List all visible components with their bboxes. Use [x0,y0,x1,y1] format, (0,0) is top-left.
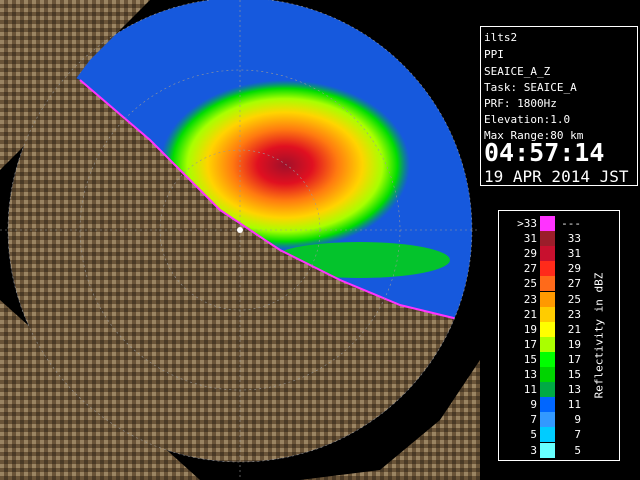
legend-high-value: 7 [574,428,581,442]
legend-color-swatch [540,351,555,367]
legend-color-swatch [540,382,555,398]
legend-high-value: 17 [567,352,581,366]
product-type: PPI [484,48,504,61]
elevation-label: Elevation:1.0 [484,113,571,126]
legend-high-value: 31 [567,247,581,261]
radar-info-panel: ilts2 PPI SEAICE_A_Z Task: SEAICE_A PRF:… [480,26,638,186]
task-name: SEAICE_A_Z [484,65,551,78]
radar-site-marker [237,227,243,233]
legend-high-value: 15 [567,368,581,381]
reflectivity-legend: >33 --- 31 33 29 31 27 29 25 27 23 25 21 23 19 21 17 19 15… [498,210,620,461]
legend-high-value: 19 [567,337,581,351]
scan-time: 04:57:14 [484,138,605,167]
legend-low-value: 7 [530,413,537,427]
legend-row: 57 [499,427,619,443]
legend-unit: Reflectivity in dBZ [589,267,609,407]
legend-high-value: 21 [567,322,581,336]
legend-color-swatch [540,276,555,292]
legend-color-swatch [540,397,555,413]
legend-low-value: >33 [517,217,537,230]
legend-low-value: 27 [523,262,537,276]
scan-date: 19 APR 2014 JST [484,167,629,186]
legend-row: 29 31 [499,246,619,262]
legend-color-swatch [540,427,555,443]
legend-color-swatch [540,246,555,262]
legend-low-value: 11 [523,383,537,397]
legend-low-value: 5 [530,428,537,442]
prf-label: PRF: 1800Hz [484,97,557,110]
radar-display: ilts2 PPI SEAICE_A_Z Task: SEAICE_A PRF:… [0,0,640,480]
legend-high-value: 27 [567,277,581,291]
legend-color-swatch [540,261,555,277]
legend-row: 79 [499,412,619,428]
legend-color-swatch [540,321,555,337]
legend-color-swatch [540,306,555,322]
legend-high-value: 5 [574,443,581,457]
legend-color-swatch [540,216,555,231]
legend-low-value: 3 [530,443,537,457]
legend-low-value: 29 [523,247,537,261]
legend-high-value: 13 [567,383,581,397]
legend-color-swatch [540,291,555,307]
legend-high-value: 33 [567,232,581,246]
task-label: Task: SEAICE_A [484,81,577,94]
legend-row: 31 33 [499,231,619,247]
legend-low-value: 21 [523,307,537,321]
station-name: ilts2 [484,31,518,44]
legend-row: >33 --- [499,216,619,231]
legend-low-value: 31 [523,232,537,246]
legend-color-swatch [540,367,555,382]
legend-high-value: 25 [567,292,581,306]
legend-high-value: 9 [574,413,581,427]
legend-low-value: 13 [523,368,537,381]
legend-high-value: 29 [567,262,581,276]
legend-high-value: 23 [567,307,581,321]
radar-ppi-map[interactable] [0,0,480,480]
legend-color-swatch [540,442,555,458]
legend-low-value: 15 [523,352,537,366]
legend-color-swatch [540,231,555,247]
legend-low-value: 9 [530,398,537,412]
legend-row: 35 [499,442,619,458]
legend-high-value: --- [561,217,581,230]
legend-low-value: 25 [523,277,537,291]
legend-low-value: 23 [523,292,537,306]
legend-unit-label: Reflectivity in dBZ [592,272,606,399]
legend-high-value: 11 [567,398,581,412]
legend-color-swatch [540,336,555,352]
legend-color-swatch [540,412,555,428]
legend-low-value: 17 [523,337,537,351]
legend-low-value: 19 [523,322,537,336]
